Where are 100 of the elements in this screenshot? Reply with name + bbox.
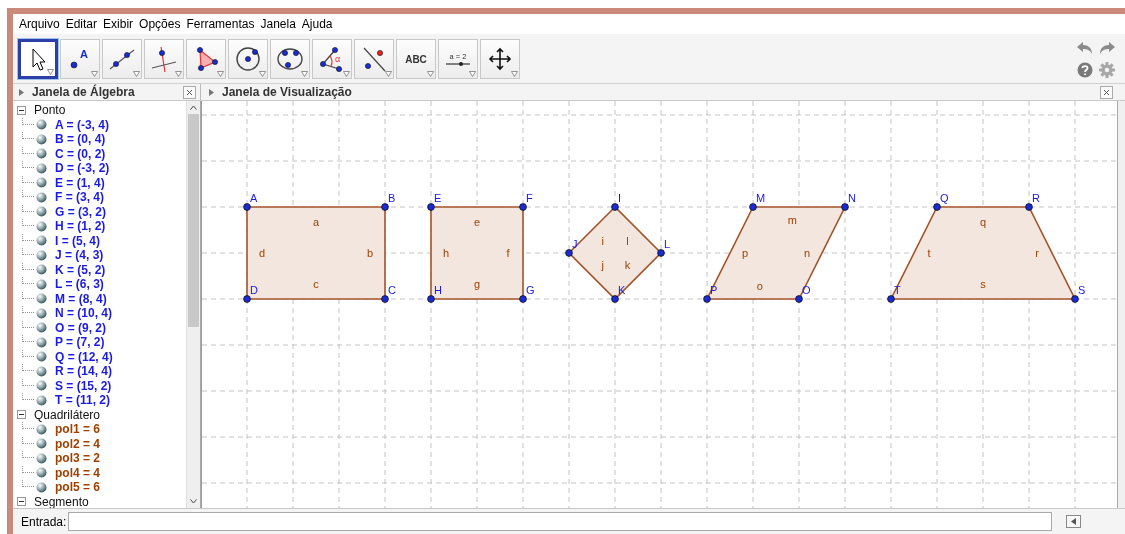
point-marker[interactable] xyxy=(427,203,435,211)
tool-button[interactable] xyxy=(18,38,58,79)
algebra-item[interactable]: O = (9, 2) xyxy=(55,320,107,335)
point-marker[interactable] xyxy=(657,249,665,257)
help-icon xyxy=(1075,60,1095,79)
point-label: C xyxy=(388,284,396,296)
collapse-icon[interactable] xyxy=(17,105,26,115)
point-marker[interactable] xyxy=(611,203,619,211)
point-marker[interactable] xyxy=(749,203,757,211)
algebra-item[interactable]: pol1 = 6 xyxy=(55,422,101,437)
ball-icon xyxy=(36,394,47,406)
caret-icon xyxy=(133,70,140,77)
ball-icon xyxy=(36,206,47,218)
point-marker[interactable] xyxy=(381,295,389,303)
menu-item[interactable]: Ajuda xyxy=(298,17,336,31)
caret-icon xyxy=(469,70,476,77)
point-marker[interactable] xyxy=(565,249,573,257)
menu-item[interactable]: Editar xyxy=(62,17,101,31)
point-marker[interactable] xyxy=(427,295,435,303)
caret-icon xyxy=(259,70,266,77)
ball-icon xyxy=(36,264,47,276)
group-label[interactable]: Segmento xyxy=(34,494,89,508)
point-label: E xyxy=(434,192,442,204)
algebra-item[interactable]: R = (14, 4) xyxy=(55,364,113,379)
point-marker[interactable] xyxy=(841,203,849,211)
algebra-item[interactable]: P = (7, 2) xyxy=(55,335,105,350)
algebra-item[interactable]: K = (5, 2) xyxy=(55,262,106,277)
algebra-item[interactable]: M = (8, 4) xyxy=(55,291,107,306)
caret-icon xyxy=(511,70,518,77)
algebra-item[interactable]: S = (15, 2) xyxy=(55,378,112,393)
algebra-item[interactable]: N = (10, 4) xyxy=(55,306,113,321)
ball-icon xyxy=(36,119,47,131)
algebra-item[interactable]: B = (0, 4) xyxy=(55,132,106,147)
point-marker[interactable] xyxy=(381,203,389,211)
point-label: P xyxy=(710,284,718,296)
menu-item[interactable]: Janela xyxy=(257,17,299,31)
close-icon xyxy=(186,88,193,96)
point-marker[interactable] xyxy=(243,203,251,211)
algebra-item[interactable]: A = (-3, 4) xyxy=(55,117,109,132)
ball-icon xyxy=(36,423,47,435)
point-marker[interactable] xyxy=(1071,295,1079,303)
group-label[interactable]: Ponto xyxy=(34,103,66,118)
algebra-item[interactable]: T = (11, 2) xyxy=(55,393,111,408)
point-label: Q xyxy=(940,192,949,204)
ball-icon xyxy=(36,438,47,450)
ball-icon xyxy=(36,220,47,232)
segment-label: k xyxy=(624,259,631,272)
collapse-icon[interactable] xyxy=(17,497,26,507)
point-marker[interactable] xyxy=(519,203,527,211)
point-marker[interactable] xyxy=(703,295,711,303)
input-field[interactable] xyxy=(68,512,1052,531)
group-label[interactable]: Quadrilátero xyxy=(34,407,101,422)
segment-label: c xyxy=(313,278,319,290)
algebra-item[interactable]: I = (5, 4) xyxy=(55,233,101,248)
menu-item[interactable]: Ferramentas xyxy=(183,17,258,31)
algebra-item[interactable]: D = (-3, 2) xyxy=(55,161,110,176)
point-marker[interactable] xyxy=(933,203,941,211)
point-marker[interactable] xyxy=(887,295,895,303)
scrollbar-thumb[interactable] xyxy=(188,114,199,327)
toggle-button[interactable] xyxy=(1066,515,1081,528)
segment-label: m xyxy=(787,214,797,227)
algebra-item[interactable]: C = (0, 2) xyxy=(55,146,106,161)
algebra-item[interactable]: G = (3, 2) xyxy=(55,204,107,219)
algebra-item[interactable]: pol5 = 6 xyxy=(55,480,101,495)
segment-label: t xyxy=(927,247,931,259)
algebra-item[interactable]: E = (1, 4) xyxy=(55,175,105,190)
menu-item[interactable]: Arquivo xyxy=(16,17,63,31)
point-marker[interactable] xyxy=(611,295,619,303)
left-triangle-icon xyxy=(1071,518,1076,525)
segment-label: i xyxy=(601,234,604,247)
point-label: R xyxy=(1032,192,1040,204)
point-marker[interactable] xyxy=(519,295,527,303)
point-marker[interactable] xyxy=(1025,203,1033,211)
algebra-item[interactable]: pol2 = 4 xyxy=(55,436,101,451)
ball-icon xyxy=(36,380,47,392)
collapse-icon[interactable] xyxy=(17,410,26,420)
algebra-item[interactable]: L = (6, 3) xyxy=(55,277,104,292)
ball-icon xyxy=(36,235,47,247)
algebra-item[interactable]: H = (1, 2) xyxy=(55,219,106,234)
point-marker[interactable] xyxy=(795,295,803,303)
menu-item[interactable]: Exibir xyxy=(100,17,137,31)
segment-label: h xyxy=(442,247,450,259)
panel-title: Janela de Álgebra xyxy=(32,85,136,99)
algebra-item[interactable]: F = (3, 4) xyxy=(55,190,104,205)
point-label: L xyxy=(664,238,671,250)
point-marker[interactable] xyxy=(243,295,251,303)
algebra-item[interactable]: Q = (12, 4) xyxy=(55,349,113,364)
point-label: I xyxy=(618,192,622,204)
algebra-item[interactable]: pol3 = 2 xyxy=(55,451,101,466)
ball-icon xyxy=(36,293,47,305)
menu-item[interactable]: Opções xyxy=(136,17,184,31)
close-button[interactable] xyxy=(1100,85,1113,99)
caret-icon xyxy=(343,70,350,77)
close-button[interactable] xyxy=(183,85,196,99)
ball-icon xyxy=(36,148,47,160)
ball-icon xyxy=(36,307,47,319)
panel-title: Janela de Visualização xyxy=(222,85,353,99)
algebra-item[interactable]: J = (4, 3) xyxy=(55,248,104,263)
caret-up-icon xyxy=(190,105,197,110)
algebra-item[interactable]: pol4 = 4 xyxy=(55,465,101,480)
